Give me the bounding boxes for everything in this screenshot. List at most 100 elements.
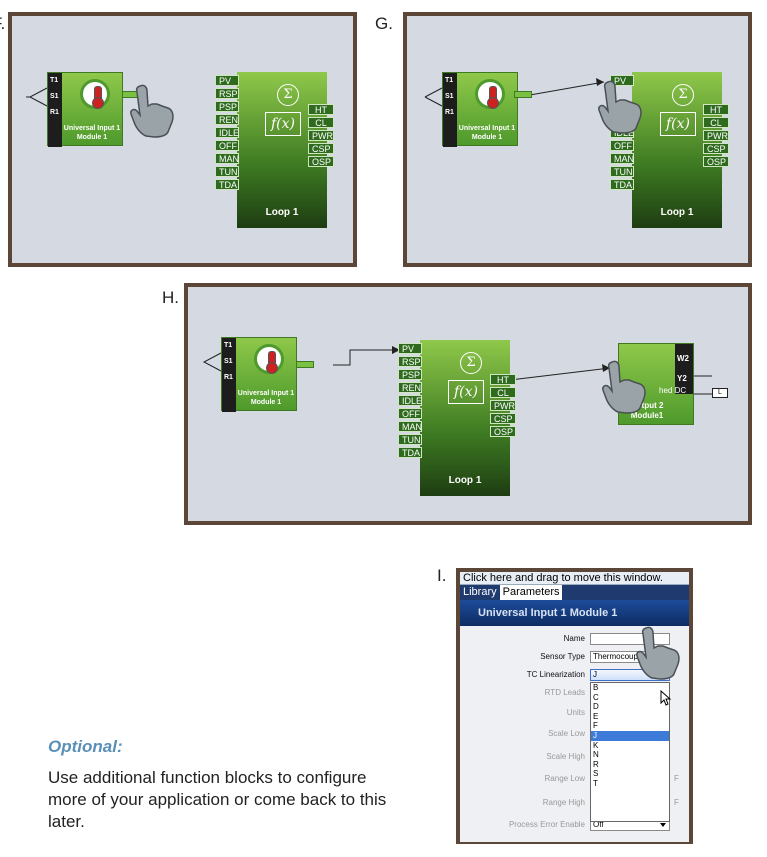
pin-pwr[interactable]: PWR (703, 130, 729, 141)
mouse-cursor-icon (660, 690, 672, 706)
output-connector[interactable] (296, 361, 314, 368)
field-label: Units (566, 708, 585, 717)
pin-csp[interactable]: CSP (490, 413, 516, 424)
pin-pwr[interactable]: PWR (490, 400, 516, 411)
pointer-hand-icon (602, 360, 646, 414)
dropdown-option-r[interactable]: R (591, 760, 669, 770)
pin-off[interactable]: OFF (398, 408, 422, 419)
input-pins: T1 S1 R1 (222, 338, 236, 412)
pin-csp[interactable]: CSP (308, 143, 334, 154)
pin-man[interactable]: MAN (215, 153, 239, 164)
dropdown-option-n[interactable]: N (591, 750, 669, 760)
dropdown-option-k[interactable]: K (591, 741, 669, 751)
field-label: Range High (542, 798, 585, 807)
panel-label-i: I. (437, 566, 447, 585)
tab-parameters[interactable]: Parameters (499, 585, 563, 600)
sigma-icon: Σ (672, 84, 694, 106)
pin-t1[interactable]: T1 (50, 77, 58, 84)
pin-r1[interactable]: R1 (445, 109, 454, 116)
function-icon: f(x) (660, 112, 696, 136)
pin-cl[interactable]: CL (703, 117, 729, 128)
dropdown-option-j[interactable]: J (591, 730, 669, 741)
pin-cl[interactable]: CL (308, 117, 334, 128)
pin-ht[interactable]: HT (490, 374, 516, 385)
dropdown-option-c[interactable]: C (591, 693, 669, 703)
pin-ht[interactable]: HT (703, 104, 729, 115)
dropdown-option-d[interactable]: D (591, 702, 669, 712)
dropdown-option-t[interactable]: T (591, 779, 669, 789)
panel-label-g: G. (375, 14, 393, 33)
dropdown-option-f[interactable]: F (591, 721, 669, 731)
dropdown-option-e[interactable]: E (591, 712, 669, 722)
pin-s1[interactable]: S1 (50, 93, 59, 100)
tc-linearization-dropdown: B C D E F J K N R S T (590, 682, 670, 822)
function-icon: f(x) (448, 380, 484, 404)
output-connector[interactable] (514, 91, 532, 98)
pin-pwr[interactable]: PWR (308, 130, 334, 141)
pin-idle[interactable]: IDLE (398, 395, 422, 406)
pin-tun[interactable]: TUN (398, 434, 422, 445)
pin-rsp[interactable]: RSP (398, 356, 422, 367)
thermometer-icon (80, 79, 110, 109)
pin-tda[interactable]: TDA (398, 447, 422, 458)
pin-w2[interactable]: W2 (677, 354, 689, 363)
pin-man[interactable]: MAN (398, 421, 422, 432)
output-subtitle: hed DC (659, 386, 687, 395)
pin-s1[interactable]: S1 (224, 358, 233, 365)
panel-label-h: H. (162, 288, 179, 307)
sigma-icon: Σ (277, 84, 299, 106)
optional-text: Use additional function blocks to config… (48, 768, 387, 831)
pin-man[interactable]: MAN (610, 153, 634, 164)
input-pins: T1 S1 R1 (443, 73, 457, 147)
field-label: Sensor Type (540, 652, 585, 661)
pin-s1[interactable]: S1 (445, 93, 454, 100)
parameters-window: Click here and drag to move this window.… (456, 568, 693, 844)
pin-off[interactable]: OFF (610, 140, 634, 151)
pin-rsp[interactable]: RSP (215, 88, 239, 99)
pin-t1[interactable]: T1 (445, 77, 453, 84)
pin-ren[interactable]: REN (398, 382, 422, 393)
universal-input-block[interactable]: T1 S1 R1 Universal Input 1 Module 1 (47, 72, 123, 147)
pin-ht[interactable]: HT (308, 104, 334, 115)
pin-r1[interactable]: R1 (50, 109, 59, 116)
pin-cl[interactable]: CL (490, 387, 516, 398)
pin-off[interactable]: OFF (215, 140, 239, 151)
loop-title: Loop 1 (265, 207, 299, 218)
pin-ren[interactable]: REN (215, 114, 239, 125)
pin-y2[interactable]: Y2 (677, 374, 687, 383)
thermometer-icon (475, 79, 505, 109)
pointer-hand-icon (636, 626, 680, 680)
pin-osp[interactable]: OSP (490, 426, 516, 437)
window-header: Universal Input 1 Module 1 (460, 600, 689, 626)
field-label: RTD Leads (544, 688, 585, 697)
pointer-hand-icon (130, 84, 174, 138)
pin-tun[interactable]: TUN (215, 166, 239, 177)
chevron-down-icon (660, 823, 666, 827)
thermometer-icon (254, 344, 284, 374)
block-title: Universal Input 1 Module 1 (63, 125, 121, 141)
tab-library[interactable]: Library (460, 585, 500, 600)
optional-title: Optional: (48, 737, 123, 756)
dropdown-option-b[interactable]: B (591, 683, 669, 693)
pin-tda[interactable]: TDA (215, 179, 239, 190)
universal-input-block[interactable]: T1 S1 R1 Universal Input 1 Module 1 (221, 337, 297, 412)
pin-idle[interactable]: IDLE (215, 127, 239, 138)
pin-osp[interactable]: OSP (308, 156, 334, 167)
window-drag-bar[interactable]: Click here and drag to move this window. (460, 572, 689, 585)
field-label: Scale Low (548, 729, 585, 738)
pin-pv[interactable]: PV (215, 75, 239, 86)
loop-title: Loop 1 (660, 207, 694, 218)
dropdown-option-s[interactable]: S (591, 769, 669, 779)
pin-psp[interactable]: PSP (215, 101, 239, 112)
sigma-icon: Σ (460, 352, 482, 374)
pin-r1[interactable]: R1 (224, 374, 233, 381)
universal-input-block[interactable]: T1 S1 R1 Universal Input 1 Module 1 (442, 72, 518, 147)
pin-tda[interactable]: TDA (610, 179, 634, 190)
pin-pv[interactable]: PV (398, 343, 422, 354)
unit-label: F (674, 798, 679, 807)
pin-tun[interactable]: TUN (610, 166, 634, 177)
pin-osp[interactable]: OSP (703, 156, 729, 167)
pin-psp[interactable]: PSP (398, 369, 422, 380)
pin-t1[interactable]: T1 (224, 342, 232, 349)
pin-csp[interactable]: CSP (703, 143, 729, 154)
